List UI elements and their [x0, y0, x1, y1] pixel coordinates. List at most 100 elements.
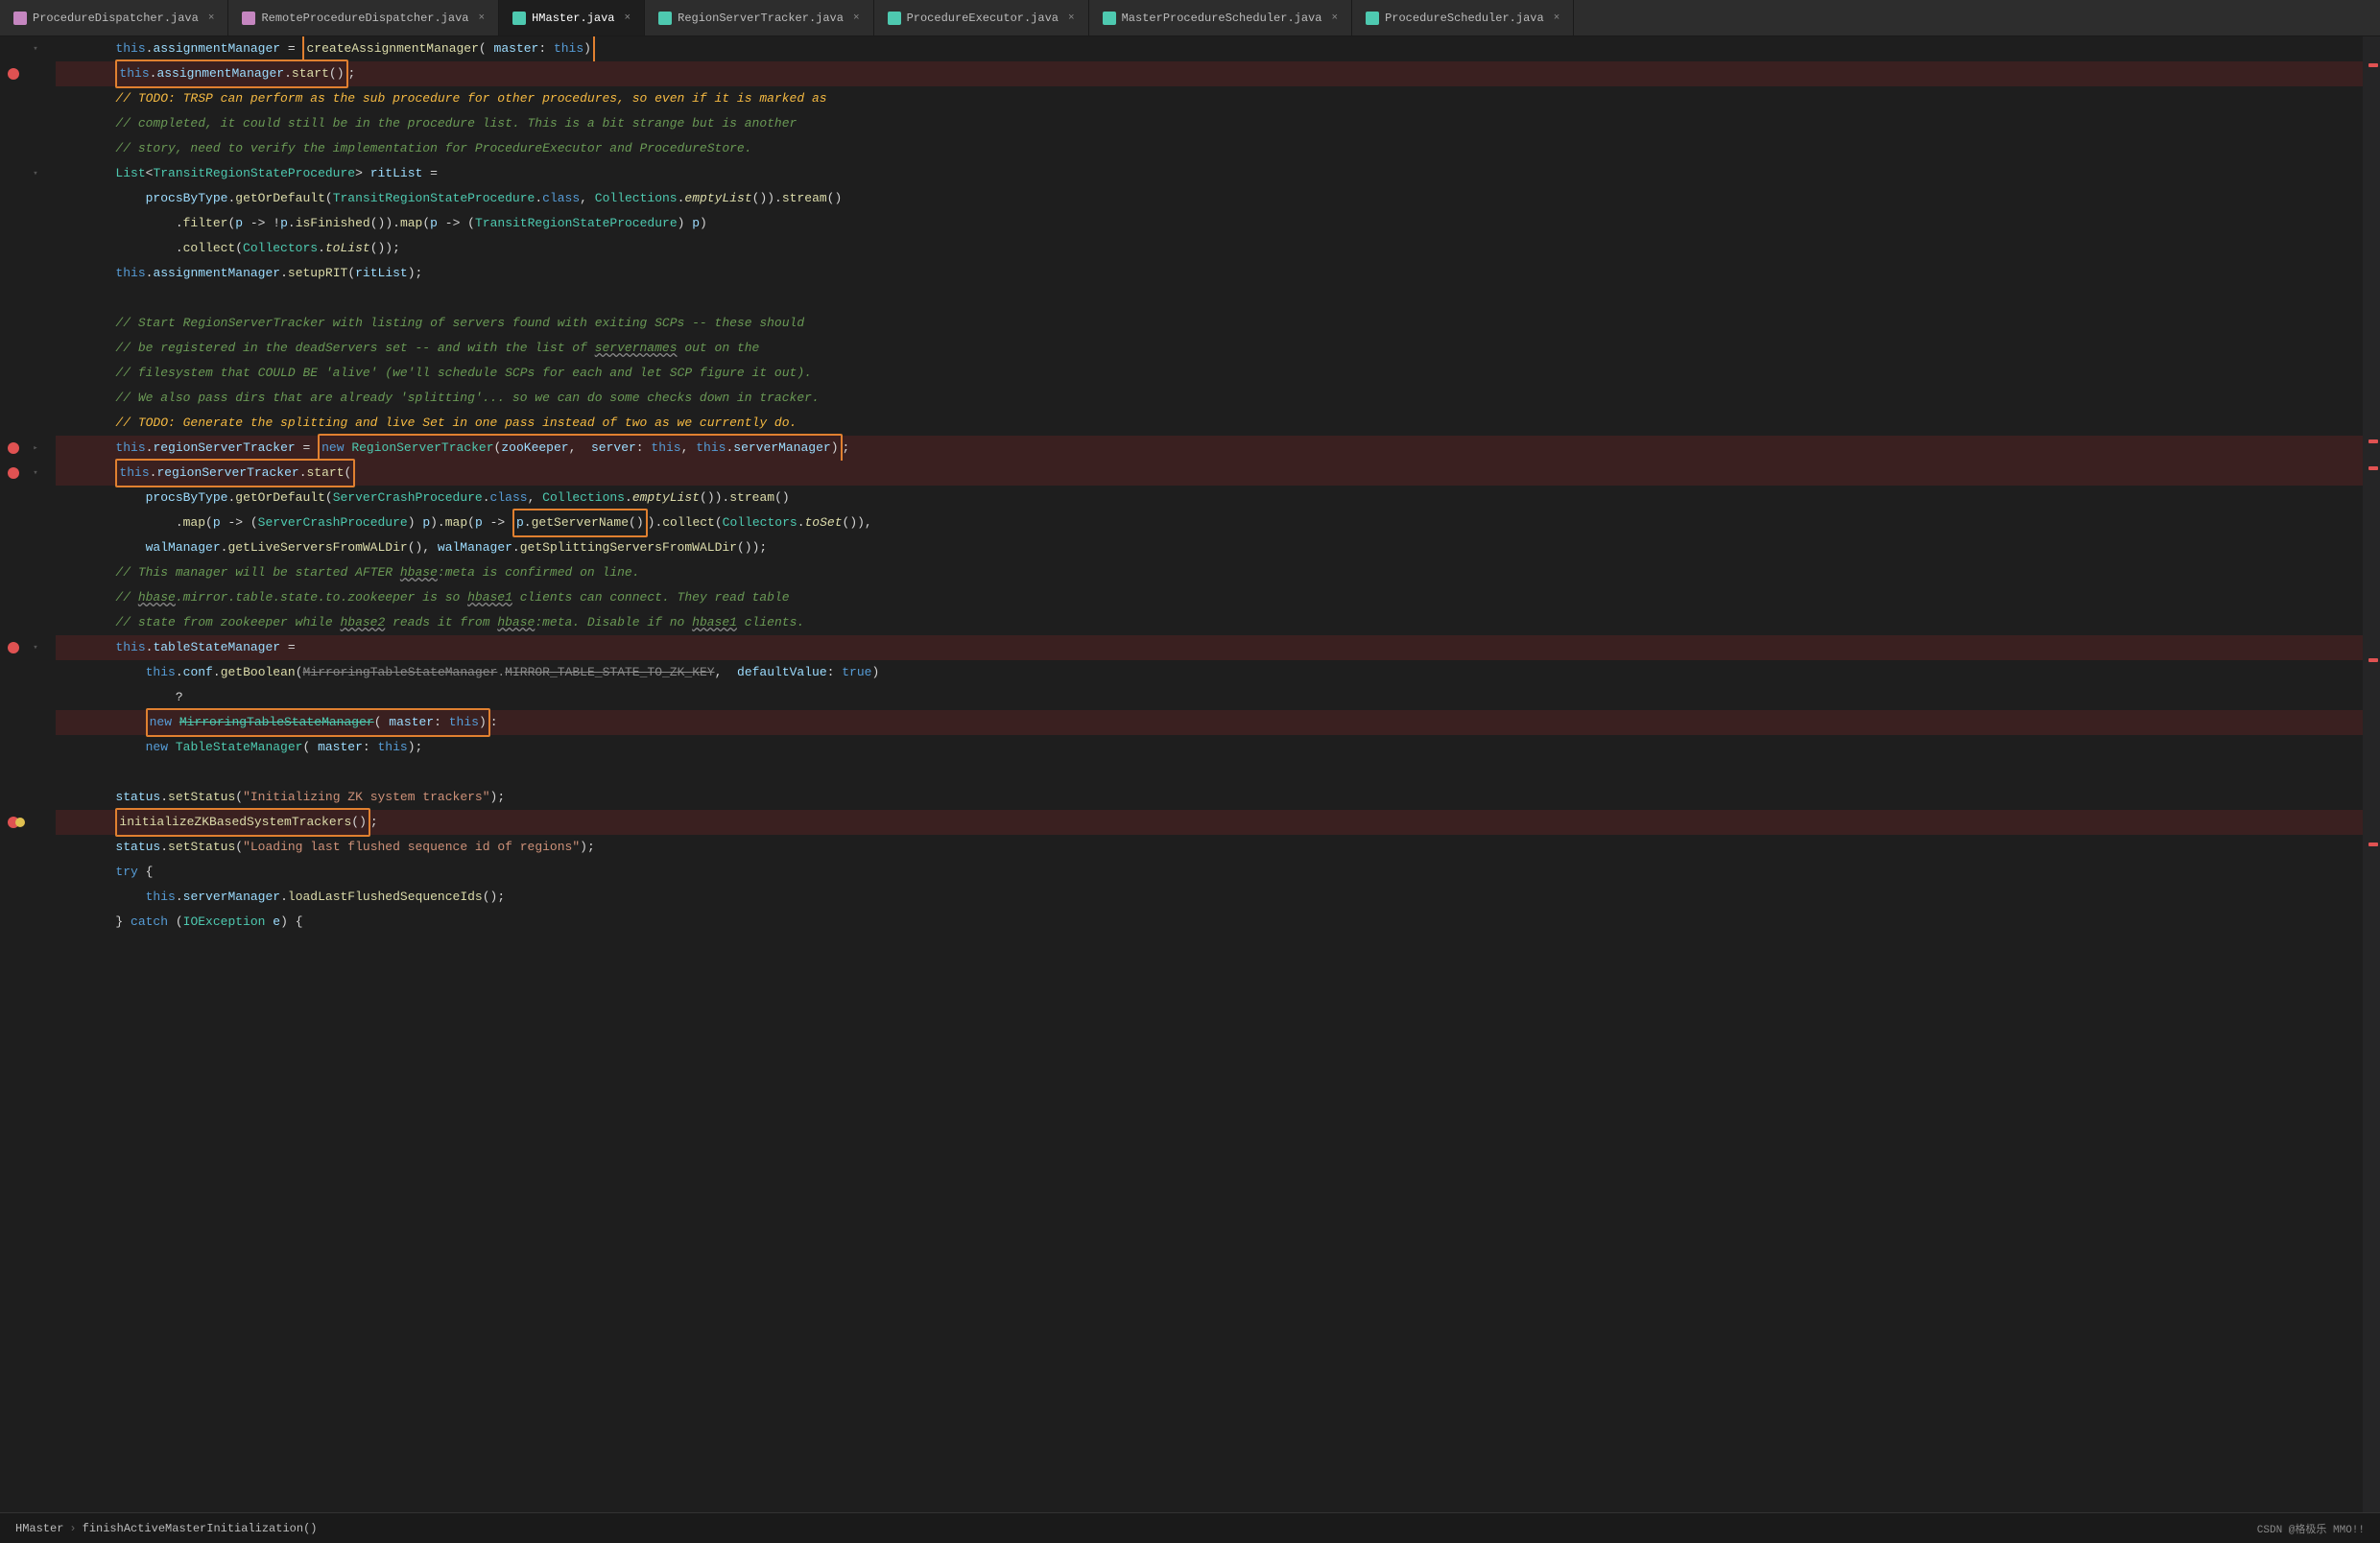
code-text: .	[280, 261, 288, 286]
code-text: // state from zookeeper while	[115, 610, 340, 635]
code-text: IOException	[183, 910, 266, 935]
breadcrumb-method[interactable]: finishActiveMasterInitialization()	[83, 1522, 318, 1535]
marker-row[interactable]	[0, 461, 27, 486]
marker-row	[0, 535, 27, 560]
close-icon[interactable]: ×	[208, 12, 215, 24]
tab-label: RemoteProcedureDispatcher.java	[261, 12, 468, 25]
tab-masterprocedurescheduler[interactable]: MasterProcedureScheduler.java ×	[1089, 0, 1352, 36]
fold-indicator	[27, 61, 44, 86]
tab-remoteproceduredispatcher[interactable]: RemoteProcedureDispatcher.java ×	[228, 0, 499, 36]
marker-row	[0, 311, 27, 336]
close-icon[interactable]: ×	[478, 12, 485, 24]
fold-indicator	[27, 835, 44, 860]
code-text: ()).	[370, 211, 400, 236]
code-text	[56, 361, 115, 386]
marker-row[interactable]	[0, 810, 27, 835]
code-text: getOrDefault	[235, 186, 325, 211]
fold-indicator	[27, 660, 44, 685]
tab-proceduredispatcher[interactable]: ProcedureDispatcher.java ×	[0, 0, 228, 36]
code-text: getLiveServersFromWALDir	[227, 535, 407, 560]
code-text: hbase	[400, 560, 438, 585]
code-text: ()),	[843, 510, 872, 535]
marker-row[interactable]	[0, 635, 27, 660]
code-text: ()	[329, 66, 345, 81]
code-text: .	[227, 186, 235, 211]
code-text: :	[434, 715, 449, 729]
code-content[interactable]: this.assignmentManager = createAssignmen…	[44, 36, 2363, 1512]
code-text: getServerName	[532, 515, 629, 530]
fold-indicator[interactable]: ▸	[27, 436, 44, 461]
code-text: procsByType	[146, 186, 228, 211]
code-text: ()).	[752, 186, 782, 211]
close-icon[interactable]: ×	[853, 12, 860, 24]
code-text: status	[115, 785, 160, 810]
code-text: status	[115, 835, 160, 860]
code-text: .	[160, 785, 168, 810]
breakpoint-indicator	[8, 642, 19, 653]
code-text: ()	[351, 815, 367, 829]
fold-indicator[interactable]: ▾	[27, 461, 44, 486]
code-text: // TODO: TRSP can perform as the sub pro…	[115, 86, 826, 111]
code-text: assignmentManager	[153, 36, 280, 61]
tab-icon	[658, 12, 672, 25]
code-text: // filesystem that COULD BE 'alive' (we'…	[115, 361, 812, 386]
code-text: (	[325, 486, 333, 510]
code-text	[56, 136, 115, 161]
code-line: .map(p -> (ServerCrashProcedure) p).map(…	[56, 510, 2363, 535]
fold-indicator[interactable]: ▾	[27, 161, 44, 186]
code-text	[56, 111, 115, 136]
code-line: // story, need to verify the implementat…	[56, 136, 2363, 161]
code-text: .	[535, 186, 542, 211]
tab-hmaster[interactable]: HMaster.java ×	[499, 0, 645, 36]
code-text: class	[490, 486, 528, 510]
fold-indicator	[27, 486, 44, 510]
marker-row[interactable]	[0, 436, 27, 461]
tab-regionservertracker[interactable]: RegionServerTracker.java ×	[645, 0, 873, 36]
code-text: defaultValue	[737, 660, 827, 685]
code-text: filter	[183, 211, 228, 236]
code-text: ritList	[355, 261, 408, 286]
close-icon[interactable]: ×	[1554, 12, 1560, 24]
close-icon[interactable]: ×	[1331, 12, 1338, 24]
code-text: ritList	[370, 161, 423, 186]
scroll-minimap[interactable]	[2363, 36, 2380, 1512]
code-text: ) {	[280, 910, 302, 935]
tab-procedureexecutor[interactable]: ProcedureExecutor.java ×	[874, 0, 1089, 36]
code-text: .	[497, 660, 505, 685]
code-text: ;	[370, 810, 378, 835]
code-text: getOrDefault	[235, 486, 325, 510]
code-text: (	[235, 835, 243, 860]
code-line: // be registered in the deadServers set …	[56, 336, 2363, 361]
code-text: (	[205, 510, 213, 535]
code-text: this	[119, 465, 149, 480]
code-line: this.conf.getBoolean(MirroringTableState…	[56, 660, 2363, 685]
breadcrumb-file[interactable]: HMaster	[15, 1522, 63, 1535]
code-text: Collectors	[723, 510, 797, 535]
code-text: p	[213, 510, 221, 535]
code-text: p	[430, 211, 438, 236]
marker-row	[0, 735, 27, 760]
marker-row	[0, 910, 27, 935]
close-icon[interactable]: ×	[1068, 12, 1075, 24]
code-text: zooKeeper	[501, 440, 568, 455]
fold-indicator	[27, 735, 44, 760]
marker-row	[0, 211, 27, 236]
fold-indicator[interactable]: ▾	[27, 36, 44, 61]
code-text: ).	[648, 510, 663, 535]
code-text: p	[475, 510, 483, 535]
fold-indicator[interactable]: ▾	[27, 635, 44, 660]
code-line: this.assignmentManager = createAssignmen…	[56, 36, 2363, 61]
code-text: tableStateManager	[153, 635, 280, 660]
code-text: .	[483, 486, 490, 510]
code-text: =	[280, 36, 302, 61]
code-text: "Initializing ZK system trackers"	[243, 785, 489, 810]
code-text: new	[146, 735, 168, 760]
marker-row	[0, 336, 27, 361]
code-text: ).	[430, 510, 445, 535]
code-text: //	[115, 585, 137, 610]
code-text	[56, 810, 115, 835]
tab-procedurescheduler[interactable]: ProcedureScheduler.java ×	[1352, 0, 1574, 36]
close-icon[interactable]: ×	[625, 12, 631, 24]
marker-row[interactable]	[0, 61, 27, 86]
code-line: // This manager will be started AFTER hb…	[56, 560, 2363, 585]
